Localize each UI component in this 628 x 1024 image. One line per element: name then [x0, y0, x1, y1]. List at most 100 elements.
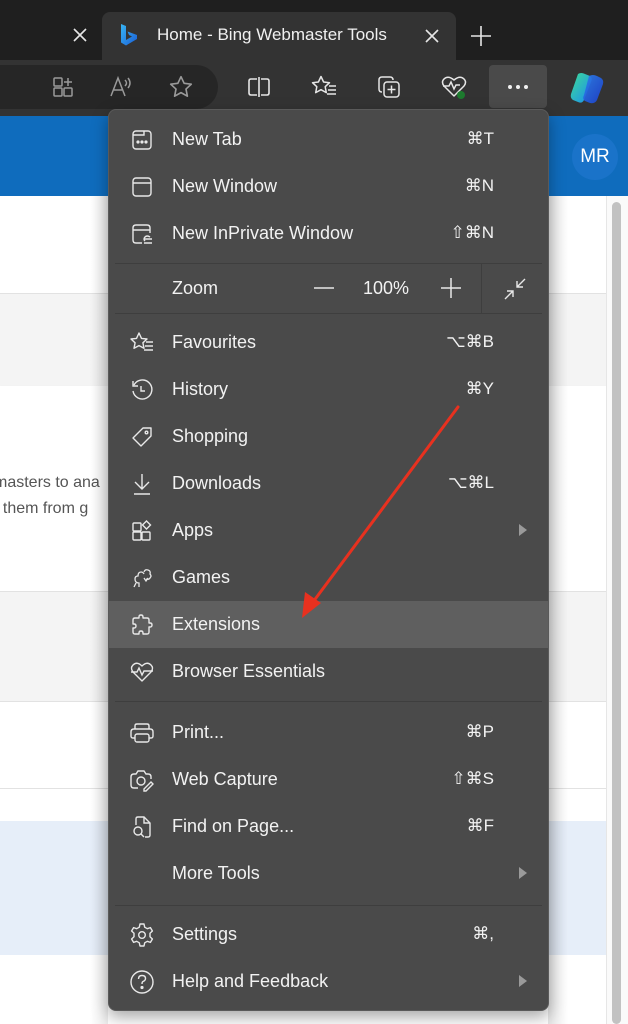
collections-icon[interactable]	[374, 72, 404, 102]
menu-item-print[interactable]: Print... ⌘P	[109, 709, 548, 756]
menu-item-shortcut: ⌘P	[465, 722, 494, 741]
menu-item-games[interactable]: Games	[109, 554, 548, 601]
download-icon	[129, 471, 155, 497]
menu-item-label: Find on Page...	[172, 816, 295, 836]
menu-item-label: Help and Feedback	[172, 971, 329, 991]
favorites-list-icon[interactable]	[309, 72, 339, 102]
menu-item-history[interactable]: History ⌘Y	[109, 366, 548, 413]
new-tab-button[interactable]	[466, 21, 496, 51]
user-avatar[interactable]: MR	[572, 134, 618, 180]
menu-separator	[115, 313, 542, 314]
zoom-out-button[interactable]	[309, 273, 339, 303]
settings-and-more-menu: New Tab ⌘T New Window ⌘N New InPrivate W…	[108, 109, 549, 1011]
apps-icon	[129, 518, 155, 544]
menu-item-label: New Window	[172, 176, 278, 196]
help-question-icon	[129, 969, 155, 995]
add-tab-icon[interactable]	[48, 72, 78, 102]
menu-item-label: Settings	[172, 924, 238, 944]
settings-gear-icon	[129, 922, 155, 948]
menu-item-label: New InPrivate Window	[172, 223, 354, 243]
menu-item-shortcut: ⌘Y	[465, 379, 494, 398]
bing-logo-icon	[118, 23, 140, 47]
zoom-label: Zoom	[172, 278, 219, 298]
menu-shadow-left	[90, 196, 108, 1024]
new-tab-icon	[129, 127, 155, 153]
tab-active[interactable]: Home - Bing Webmaster Tools	[102, 12, 456, 64]
previous-tab-close-button[interactable]	[68, 23, 92, 47]
zoom-in-button[interactable]	[436, 273, 466, 303]
menu-item-favourites[interactable]: Favourites ⌥⌘B	[109, 319, 548, 366]
shopping-tag-icon	[129, 424, 155, 450]
menu-item-label: Downloads	[172, 473, 262, 493]
menu-item-label: Games	[172, 567, 231, 587]
menu-item-label: Print...	[172, 722, 225, 742]
menu-item-shortcut: ⌘N	[464, 176, 494, 195]
new-window-icon	[129, 174, 155, 200]
menu-item-label: Shopping	[172, 426, 249, 446]
games-icon	[129, 565, 155, 591]
close-icon	[425, 29, 439, 43]
zoom-level: 100%	[363, 278, 410, 298]
menu-item-shopping[interactable]: Shopping	[109, 413, 548, 460]
favourites-icon	[129, 330, 155, 356]
menu-item-browser-essentials[interactable]: Browser Essentials	[109, 648, 548, 695]
menu-item-label: Apps	[172, 520, 214, 540]
close-icon	[73, 28, 87, 42]
menu-item-label: More Tools	[172, 863, 260, 883]
full-screen-icon	[504, 278, 526, 300]
plus-icon	[441, 278, 461, 298]
menu-item-shortcut: ⌘T	[466, 129, 494, 148]
menu-item-label: New Tab	[172, 129, 242, 149]
extensions-puzzle-icon	[129, 612, 155, 638]
menu-item-shortcut: ⌥⌘B	[446, 332, 494, 351]
menu-item-new-window[interactable]: New Window ⌘N	[109, 163, 548, 210]
menu-item-shortcut: ⌘F	[466, 816, 494, 835]
submenu-arrow-icon	[519, 867, 527, 879]
web-capture-icon	[129, 767, 155, 793]
menu-item-web-capture[interactable]: Web Capture ⇧⌘S	[109, 756, 548, 803]
menu-item-label: History	[172, 379, 229, 399]
history-icon	[129, 377, 155, 403]
split-screen-icon[interactable]	[244, 72, 274, 102]
more-options-button[interactable]	[489, 65, 547, 108]
menu-item-settings[interactable]: Settings ⌘,	[109, 911, 548, 958]
menu-item-downloads[interactable]: Downloads ⌥⌘L	[109, 460, 548, 507]
plus-icon	[471, 26, 491, 46]
inprivate-window-icon	[129, 221, 155, 247]
menu-item-shortcut: ⇧⌘S	[451, 769, 494, 788]
menu-item-more-tools[interactable]: More Tools	[109, 850, 548, 897]
menu-item-find-on-page[interactable]: Find on Page... ⌘F	[109, 803, 548, 850]
menu-item-extensions[interactable]: Extensions	[109, 601, 548, 648]
menu-item-shortcut: ⇧⌘N	[450, 223, 494, 242]
submenu-arrow-icon	[519, 524, 527, 536]
scrollbar-thumb[interactable]	[612, 202, 621, 1024]
browser-essentials-heart-icon	[129, 659, 155, 685]
toolbar	[0, 60, 628, 116]
minus-icon	[314, 287, 334, 289]
find-on-page-icon	[129, 814, 155, 840]
tab-strip: Home - Bing Webmaster Tools	[0, 0, 628, 64]
full-screen-button[interactable]	[500, 274, 530, 304]
zoom-divider	[481, 263, 482, 313]
zoom-control: Zoom 100%	[109, 263, 548, 313]
read-aloud-icon[interactable]	[107, 72, 137, 102]
menu-shadow-right	[548, 196, 568, 1024]
submenu-arrow-icon	[519, 975, 527, 987]
menu-separator	[115, 701, 542, 702]
menu-item-label: Browser Essentials	[172, 661, 326, 681]
menu-item-apps[interactable]: Apps	[109, 507, 548, 554]
menu-separator	[115, 905, 542, 906]
menu-item-new-tab[interactable]: New Tab ⌘T	[109, 116, 548, 163]
page-description-line-2: t them from g	[0, 500, 89, 517]
copilot-icon[interactable]	[567, 68, 607, 108]
tab-close-button[interactable]	[420, 24, 444, 48]
menu-item-help-and-feedback[interactable]: Help and Feedback	[109, 958, 548, 1005]
browser-essentials-icon[interactable]	[439, 72, 469, 102]
menu-item-new-inprivate-window[interactable]: New InPrivate Window ⇧⌘N	[109, 210, 548, 257]
print-icon	[129, 720, 155, 746]
page-description-line-1: masters to ana	[0, 474, 100, 491]
menu-item-shortcut: ⌥⌘L	[447, 473, 494, 492]
menu-item-shortcut: ⌘,	[472, 924, 494, 943]
tab-title: Home - Bing Webmaster Tools	[157, 25, 387, 44]
favorite-star-icon[interactable]	[166, 72, 196, 102]
